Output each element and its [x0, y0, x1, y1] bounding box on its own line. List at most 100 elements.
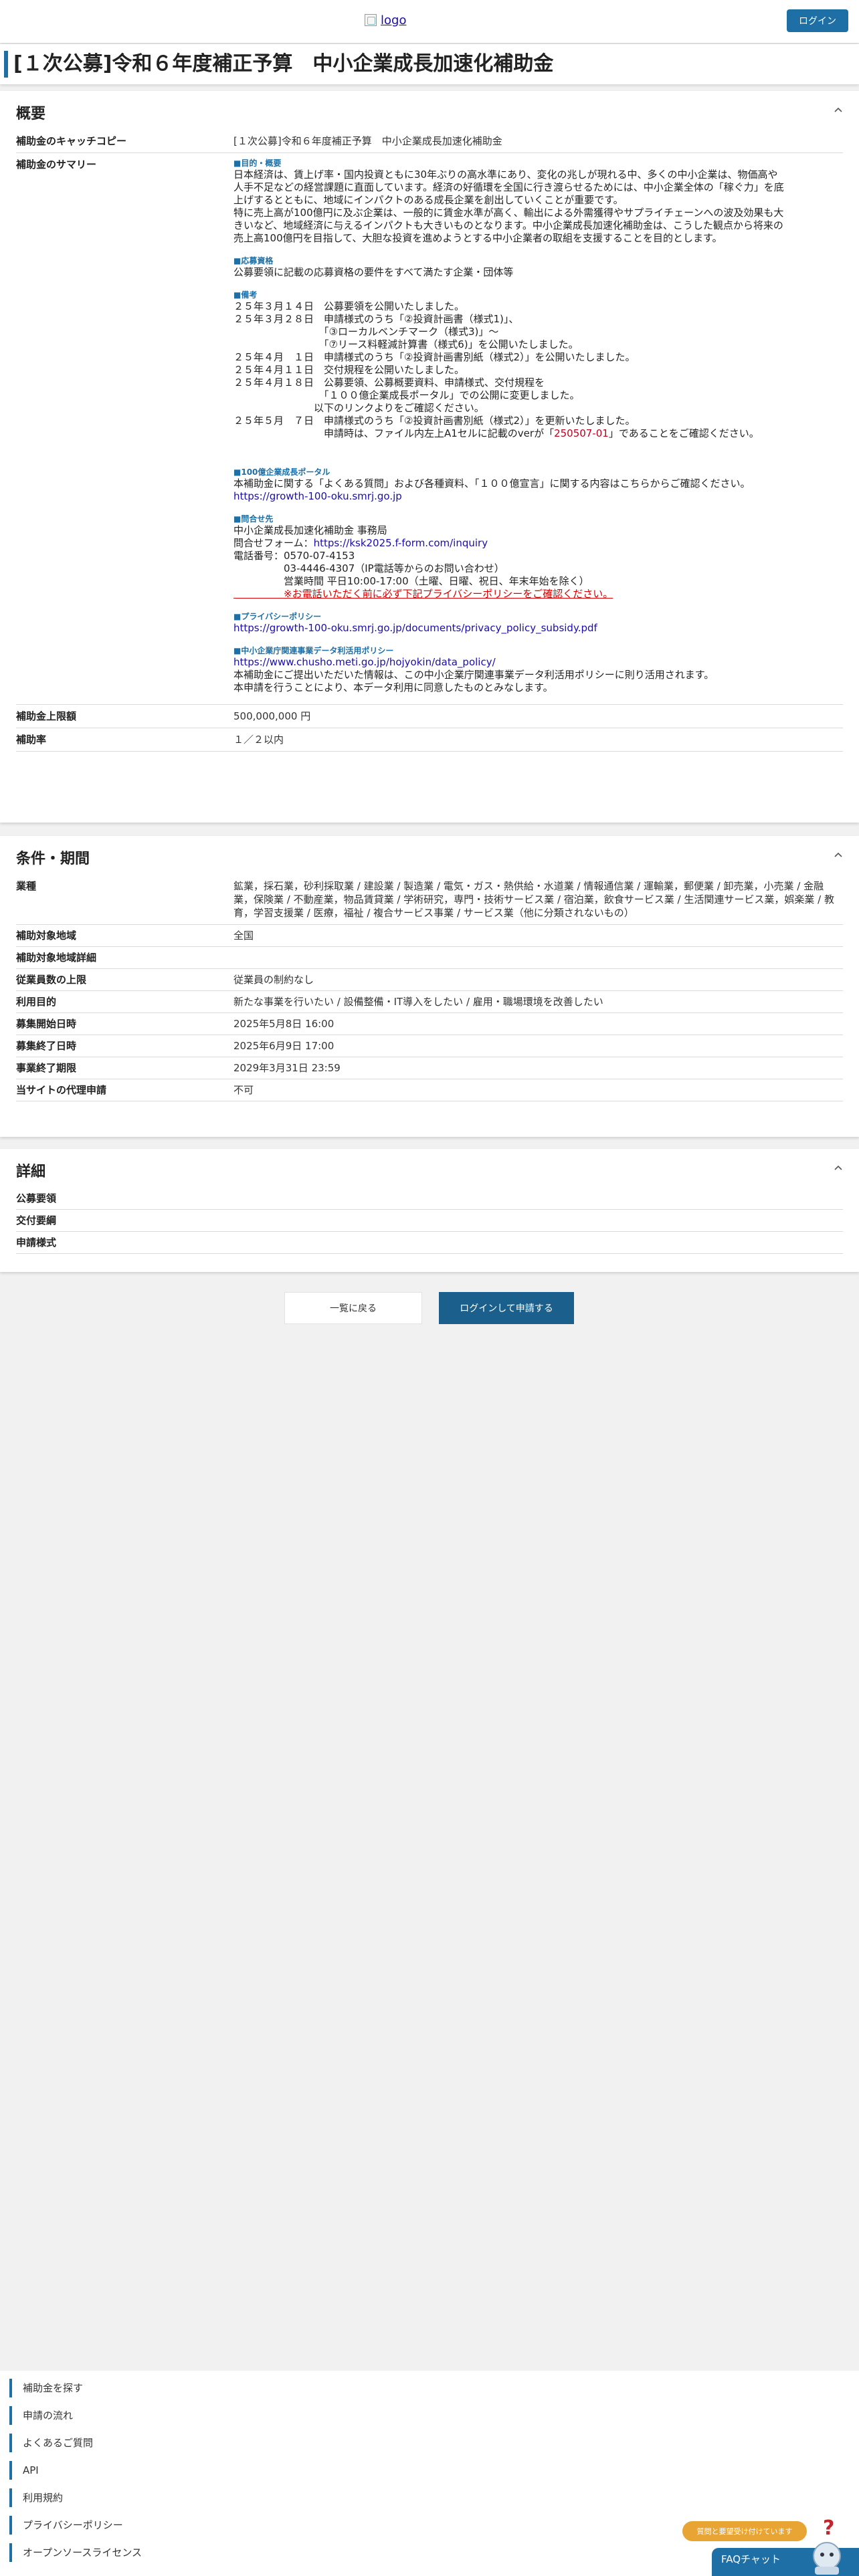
row-label: 事業終了期限 [16, 1062, 77, 1074]
notes-line: ２５年３月２８日 申請様式のうち「②投資計画書（様式1)」、 [233, 313, 519, 325]
row-value: [１次公募]令和６年度補正予算 中小企業成長加速化補助金 [233, 135, 502, 147]
portal-link[interactable]: https://growth-100-oku.smrj.go.jp [233, 490, 402, 502]
feedback-bubble[interactable]: 質問と要望受け付けています [682, 2521, 807, 2541]
summary-line: 人手不足などの経営課題に直面しています。経済の好循環を全国に行き渡らせるためには… [233, 181, 784, 193]
guidelines-row: 公募要領 [16, 1188, 843, 1210]
footer-link-api[interactable]: API [9, 2461, 39, 2480]
data-policy-text: 本補助金にご提出いただいた情報は、この中小企業庁関連事業データ利活用ポリシーに則… [233, 669, 714, 681]
purpose-block: ■目的・概要 日本経済は、賃上げ率・国内投資ともに30年ぶりの高水準にあり、変化… [233, 158, 843, 245]
data-policy-text: 本申請を行うことにより、本データ利用に同意したものとみなします。 [233, 681, 553, 693]
contact-form-line: 問合せフォーム：https://ksk2025.f-form.com/inqui… [233, 537, 843, 550]
summary-line: 特に売上高が100億円に及ぶ企業は、一般的に賃金水準が高く、輸出による外需獲得や… [233, 207, 784, 219]
section-title: 概要 [16, 106, 46, 122]
footer-link-search[interactable]: 補助金を探す [9, 2379, 83, 2397]
row-value: 500,000,000 円 [233, 710, 311, 722]
end-date-row: 募集終了日時 2025年6月9日 17:00 [16, 1035, 843, 1057]
contact-warning[interactable]: ※お電話いただく前に必ず下記プライバシーポリシーをご確認ください。 [233, 588, 843, 601]
row-value [233, 1210, 843, 1231]
row-value [233, 1232, 843, 1253]
notes-line: ２５年４月１１日 交付規程を公開いたしました。 [233, 364, 465, 376]
row-label: 従業員数の上限 [16, 974, 87, 986]
chevron-up-icon[interactable] [834, 851, 843, 860]
notes-line: ２５年４月 １日 申請様式のうち「②投資計画書別紙（様式2）」を公開いたしました… [233, 351, 636, 363]
application-forms-row: 申請様式 [16, 1232, 843, 1254]
row-value: 2029年3月31日 23:59 [233, 1062, 341, 1074]
row-value: 鉱業，採石業，砂利採取業 / 建設業 / 製造業 / 電気・ガス・熱供給・水道業… [233, 880, 834, 919]
footer-link-privacy[interactable]: プライバシーポリシー [9, 2516, 123, 2535]
contact-phone-ip: 03-4446-4307（IP電話等からのお問い合わせ） [233, 562, 504, 574]
login-button[interactable]: ログイン [787, 9, 848, 32]
footer-link-oss[interactable]: オープンソースライセンス [9, 2543, 142, 2562]
broken-image-icon [365, 14, 377, 26]
details-header[interactable]: 詳細 [0, 1149, 859, 1188]
version-number: 250507-01 [554, 427, 609, 439]
title-accent-bar [4, 51, 8, 78]
summary-row: 補助金のサマリー ■目的・概要 日本経済は、賃上げ率・国内投資ともに30年ぶりの… [16, 153, 843, 705]
limit-row: 補助金上限額 500,000,000 円 [16, 705, 843, 728]
privacy-link[interactable]: https://growth-100-oku.smrj.go.jp/docume… [233, 622, 597, 634]
login-apply-button[interactable]: ログインして申請する [439, 1292, 574, 1324]
row-value [233, 947, 843, 968]
footer-link-flow[interactable]: 申請の流れ [9, 2406, 73, 2425]
notes-line: 「⑦リース料軽減計算書（様式6)」を公開いたしました。 [233, 338, 579, 350]
row-value: 不可 [233, 1084, 254, 1096]
summary-line: 日本経済は、賃上げ率・国内投資ともに30年ぶりの高水準にあり、変化の兆しが現れる… [233, 169, 778, 181]
chevron-up-icon[interactable] [834, 106, 843, 115]
row-label: 業種 [16, 880, 37, 892]
industry-row: 業種 鉱業，採石業，砂利採取業 / 建設業 / 製造業 / 電気・ガス・熱供給・… [16, 875, 843, 925]
row-label: 補助率 [16, 734, 47, 746]
details-section: 詳細 公募要領 交付要綱 申請様式 [0, 1149, 859, 1272]
data-policy-link[interactable]: https://www.chusho.meti.go.jp/hojyokin/d… [233, 656, 496, 668]
row-label: 公募要領 [16, 1192, 57, 1204]
row-label: 補助金のキャッチコピー [16, 135, 127, 147]
footer-link-faq[interactable]: よくあるご質問 [9, 2434, 93, 2452]
overview-header[interactable]: 概要 [0, 91, 859, 130]
notes-line: ２５年３月１４日 公募要領を公開いたしました。 [233, 300, 465, 312]
contact-block: ■問合せ先 中小企業成長加速化補助金 事務局 問合せフォーム：https://k… [233, 514, 843, 601]
region-detail-row: 補助対象地域詳細 [16, 947, 843, 969]
contact-org: 中小企業成長加速化補助金 事務局 [233, 524, 387, 536]
version-suffix: 」であることをご確認ください。 [608, 427, 759, 439]
data-policy-heading: ■中小企業庁関連事業データ利活用ポリシー [233, 646, 394, 655]
back-to-list-button[interactable]: 一覧に戻る [284, 1292, 422, 1324]
logo-alt-text: logo [381, 13, 407, 27]
logo-link[interactable]: logo [365, 12, 406, 28]
row-label: 補助金のサマリー [16, 158, 97, 171]
chevron-up-icon[interactable] [834, 1164, 843, 1173]
purpose-heading: ■目的・概要 [233, 158, 282, 168]
row-label: 交付要綱 [16, 1214, 57, 1226]
portal-block: ■100億企業成長ポータル 本補助金に関する「よくある質問」および各種資料、「１… [233, 467, 843, 503]
start-date-row: 募集開始日時 2025年5月8日 16:00 [16, 1013, 843, 1035]
contact-phone: 電話番号：0570-07-4153 [233, 550, 355, 562]
grant-rules-row: 交付要綱 [16, 1210, 843, 1232]
section-title: 条件・期間 [16, 851, 90, 867]
notes-line-version: 申請時は、ファイル内左上A1セルに記載のverが「250507-01」であること… [233, 427, 843, 440]
row-label: 補助対象地域 [16, 930, 77, 942]
row-value [233, 1188, 843, 1209]
site-footer: 補助金を探す 申請の流れ よくあるご質問 API 利用規約 プライバシーポリシー… [0, 2371, 859, 2576]
summary-line: きいなど、地域経済に与えるインパクトも大きいものとなります。中小企業成長加速化補… [233, 219, 783, 231]
row-label: 募集終了日時 [16, 1040, 77, 1052]
contact-form-link[interactable]: https://ksk2025.f-form.com/inquiry [314, 537, 488, 549]
version-prefix: 申請時は、ファイル内左上A1セルに記載のverが「 [233, 427, 555, 439]
purpose-row: 利用目的 新たな事業を行いたい / 設備整備・IT導入をしたい / 雇用・職場環… [16, 991, 843, 1013]
data-policy-block: ■中小企業庁関連事業データ利活用ポリシー https://www.chusho.… [233, 645, 843, 694]
site-header: logo ログイン [0, 0, 859, 43]
overview-section: 概要 補助金のキャッチコピー [１次公募]令和６年度補正予算 中小企業成長加速化… [0, 91, 859, 823]
notes-block: ■備考 ２５年３月１４日 公募要領を公開いたしました。 ２５年３月２８日 申請様… [233, 290, 843, 440]
svg-text:?: ? [823, 2516, 834, 2540]
row-label: 補助対象地域詳細 [16, 952, 97, 964]
notes-line: ２５年４月１８日 公募要領、公募概要資料、申請様式、交付規程を [233, 377, 545, 389]
privacy-block: ■プライバシーポリシー https://growth-100-oku.smrj.… [233, 611, 843, 635]
conditions-header[interactable]: 条件・期間 [0, 836, 859, 875]
notes-line: 「③ローカルベンチマーク（様式3)」～ [233, 326, 499, 338]
eligibility-text: 公募要領に記載の応募資格の要件をすべて満たす企業・団体等 [233, 266, 514, 278]
row-value: 2025年5月8日 16:00 [233, 1018, 335, 1030]
summary-line: 売上高100億円を目指して、大胆な投資を進めようとする中小企業者の取組を支援する… [233, 232, 723, 244]
chat-mascot-icon[interactable]: ? [800, 2514, 855, 2576]
row-value: １／２以内 [233, 734, 284, 746]
section-title: 詳細 [16, 1164, 46, 1180]
portal-text: 本補助金に関する「よくある質問」および各種資料、「１００億宣言」に関する内容はこ… [233, 477, 751, 490]
row-label: 利用目的 [16, 996, 57, 1008]
footer-link-terms[interactable]: 利用規約 [9, 2488, 63, 2507]
